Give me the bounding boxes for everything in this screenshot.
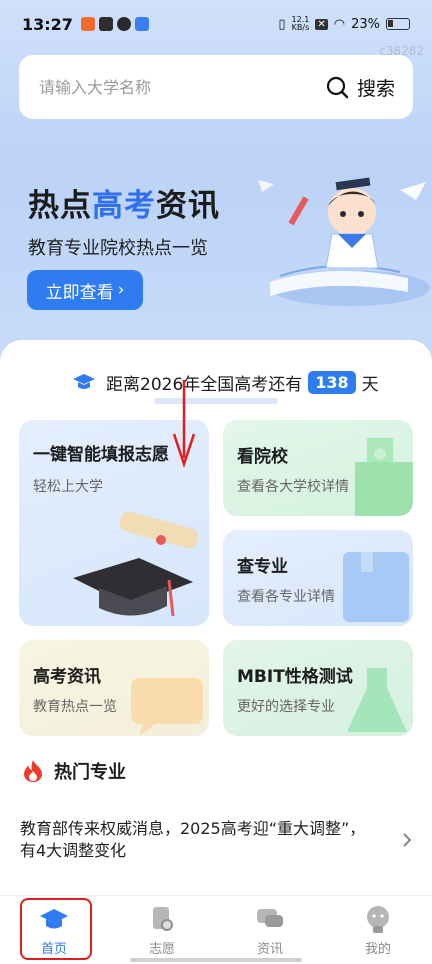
tab-label: 资讯	[256, 942, 283, 957]
home-indicator[interactable]	[130, 958, 302, 962]
tile-title: 一键智能填报志愿	[33, 445, 169, 465]
app-notification-icon	[98, 17, 113, 31]
countdown-prefix: 距离2026年全国高考还有	[106, 374, 303, 395]
search-input[interactable]	[39, 77, 325, 97]
chat-bubbles-icon	[257, 909, 283, 927]
annotation-arrow	[172, 380, 196, 468]
hot-majors-header: 热门专业	[22, 758, 126, 784]
tab-label: 志愿	[148, 942, 175, 957]
battery-percent: 23%	[351, 16, 380, 32]
net-speed-unit: KB/s	[291, 23, 310, 32]
search-icon	[325, 75, 349, 99]
news-text: 教育部传来权威消息，2025高考迎“重大调整”，有4大调整变化	[20, 819, 366, 860]
view-now-label: 立即查看	[45, 282, 114, 303]
tab-label: 我的	[364, 942, 391, 957]
app-notification-icon	[80, 17, 95, 31]
news-item[interactable]: 教育部传来权威消息，2025高考迎“重大调整”，有4大调整变化	[20, 818, 412, 862]
status-bar: 13:27 ▯ 12.1 KB/s ✕ ◠ 23%	[0, 0, 432, 48]
annotation-highlight-box	[20, 898, 92, 960]
chat-bubble-icon	[131, 678, 203, 736]
personality-test-tile[interactable]: MBIT性格测试 更好的选择专业	[223, 640, 413, 736]
tile-title: 看院校	[237, 447, 288, 467]
status-indicators: ▯ 12.1 KB/s ✕ ◠ 23%	[278, 16, 410, 32]
search-button-label: 搜索	[356, 77, 395, 100]
tile-title: 查专业	[237, 557, 288, 577]
check-majors-tile[interactable]: 查专业 查看各专业详情	[223, 530, 413, 626]
tile-subtitle: 查看各专业详情	[237, 589, 335, 605]
graduation-cap-illustration	[73, 512, 199, 617]
tile-subtitle: 轻松上大学	[33, 479, 103, 495]
tab-news[interactable]: 资讯	[216, 896, 324, 964]
student-reading-illustration	[258, 177, 430, 306]
tile-subtitle: 教育热点一览	[33, 699, 117, 715]
book-icon	[343, 552, 409, 622]
banner-title-part2: 资讯	[156, 188, 220, 224]
user-avatar-icon	[367, 906, 389, 933]
exam-countdown: 距离2026年全国高考还有 138 天	[72, 368, 379, 396]
hero-banner-area: 13:27 ▯ 12.1 KB/s ✕ ◠ 23% c38282 搜索 热点高考…	[0, 0, 432, 380]
document-search-icon	[153, 907, 173, 931]
net-speed: 12.1 KB/s	[292, 16, 310, 32]
banner-subtitle: 教育专业院校热点一览	[28, 238, 208, 259]
flame-icon	[24, 760, 42, 782]
chevron-right-icon: ›	[117, 280, 125, 300]
banner-title-part1: 热点	[28, 188, 92, 224]
banner-title: 热点高考资讯	[28, 180, 220, 225]
countdown-days-badge: 138	[308, 370, 356, 394]
graduation-cap-icon	[73, 374, 95, 389]
school-building-icon	[355, 438, 413, 516]
tile-subtitle: 更好的选择专业	[237, 699, 335, 715]
view-colleges-tile[interactable]: 看院校 查看各大学校详情	[223, 420, 413, 516]
vibrate-icon: ▯	[278, 16, 286, 32]
tile-title: 高考资讯	[33, 667, 101, 687]
flask-icon	[347, 668, 407, 732]
app-notification-icon	[116, 17, 131, 31]
search-button[interactable]: 搜索	[325, 74, 395, 101]
tab-profile[interactable]: 我的	[324, 896, 432, 964]
exam-news-tile[interactable]: 高考资讯 教育热点一览	[19, 640, 209, 736]
wifi-icon: ◠	[333, 16, 346, 32]
tile-subtitle: 查看各大学校详情	[237, 479, 349, 495]
tile-title: MBIT性格测试	[237, 667, 353, 687]
app-notification-icon	[134, 17, 149, 31]
view-now-button[interactable]: 立即查看 ›	[27, 270, 143, 310]
status-time: 13:27	[22, 14, 73, 34]
battery-icon	[386, 18, 410, 30]
search-bar: 搜索	[19, 55, 413, 119]
tab-application[interactable]: 志愿	[108, 896, 216, 964]
chevron-right-icon	[403, 833, 412, 847]
no-sim-icon: ✕	[315, 18, 328, 30]
section-title: 热门专业	[54, 762, 126, 783]
countdown-suffix: 天	[361, 374, 379, 395]
banner-title-accent: 高考	[92, 188, 156, 224]
